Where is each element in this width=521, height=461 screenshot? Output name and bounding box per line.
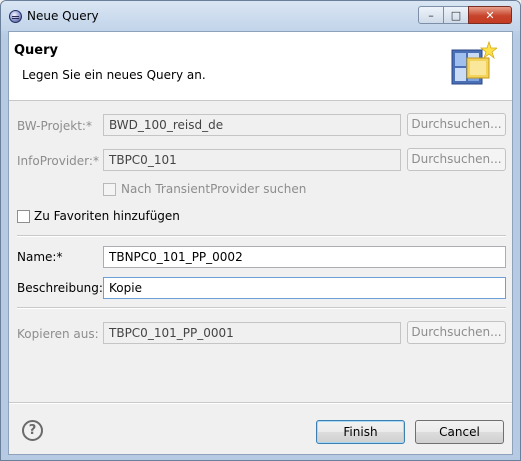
favorites-label: Zu Favoriten hinzufügen	[34, 209, 180, 223]
help-icon[interactable]: ?	[22, 420, 43, 441]
infoprovider-label: InfoProvider:*	[17, 154, 99, 168]
transient-provider-label: Nach TransientProvider suchen	[121, 182, 307, 196]
dialog-window: Neue Query – □ ✕ Query Legen Sie ein neu…	[0, 0, 521, 461]
copy-from-label: Kopieren aus:	[17, 327, 99, 341]
description-input[interactable]: Kopie	[103, 277, 506, 299]
query-wizard-icon	[451, 40, 497, 85]
copy-from-browse-button[interactable]: Durchsuchen...	[407, 321, 506, 344]
bw-project-field: BWD_100_reisd_de	[103, 114, 401, 136]
name-label: Name:*	[17, 250, 63, 264]
name-input[interactable]: TBNPC0_101_PP_0002	[103, 246, 506, 268]
maximize-button[interactable]: □	[443, 6, 469, 24]
cancel-button[interactable]: Cancel	[415, 420, 504, 444]
wizard-title: Query	[14, 43, 59, 58]
finish-button[interactable]: Finish	[316, 420, 405, 444]
favorites-checkbox[interactable]	[17, 210, 30, 223]
description-label: Beschreibung:	[17, 281, 103, 295]
wizard-description: Legen Sie ein neues Query an.	[22, 68, 206, 82]
copy-from-field: TBPC0_101_PP_0001	[103, 322, 401, 344]
transient-provider-checkbox[interactable]	[103, 183, 116, 196]
window-title: Neue Query	[27, 9, 99, 23]
minimize-button[interactable]: –	[418, 6, 444, 24]
footer-separator	[9, 402, 512, 404]
eclipse-app-icon	[9, 10, 22, 23]
wizard-header: Query Legen Sie ein neues Query an.	[9, 32, 512, 101]
maximize-icon: □	[450, 8, 462, 22]
infoprovider-browse-button[interactable]: Durchsuchen...	[407, 148, 506, 171]
bw-project-label: BW-Projekt:*	[17, 119, 92, 133]
separator-middle	[17, 307, 506, 309]
close-icon: ✕	[485, 8, 495, 22]
close-button[interactable]: ✕	[468, 6, 512, 24]
bw-project-browse-button[interactable]: Durchsuchen...	[407, 113, 506, 136]
dialog-client-area: Query Legen Sie ein neues Query an. BW-P…	[8, 31, 513, 455]
infoprovider-field: TBPC0_101	[103, 149, 401, 171]
separator-top	[17, 235, 506, 237]
title-bar: Neue Query – □ ✕	[1, 1, 520, 31]
minimize-icon: –	[428, 8, 434, 22]
